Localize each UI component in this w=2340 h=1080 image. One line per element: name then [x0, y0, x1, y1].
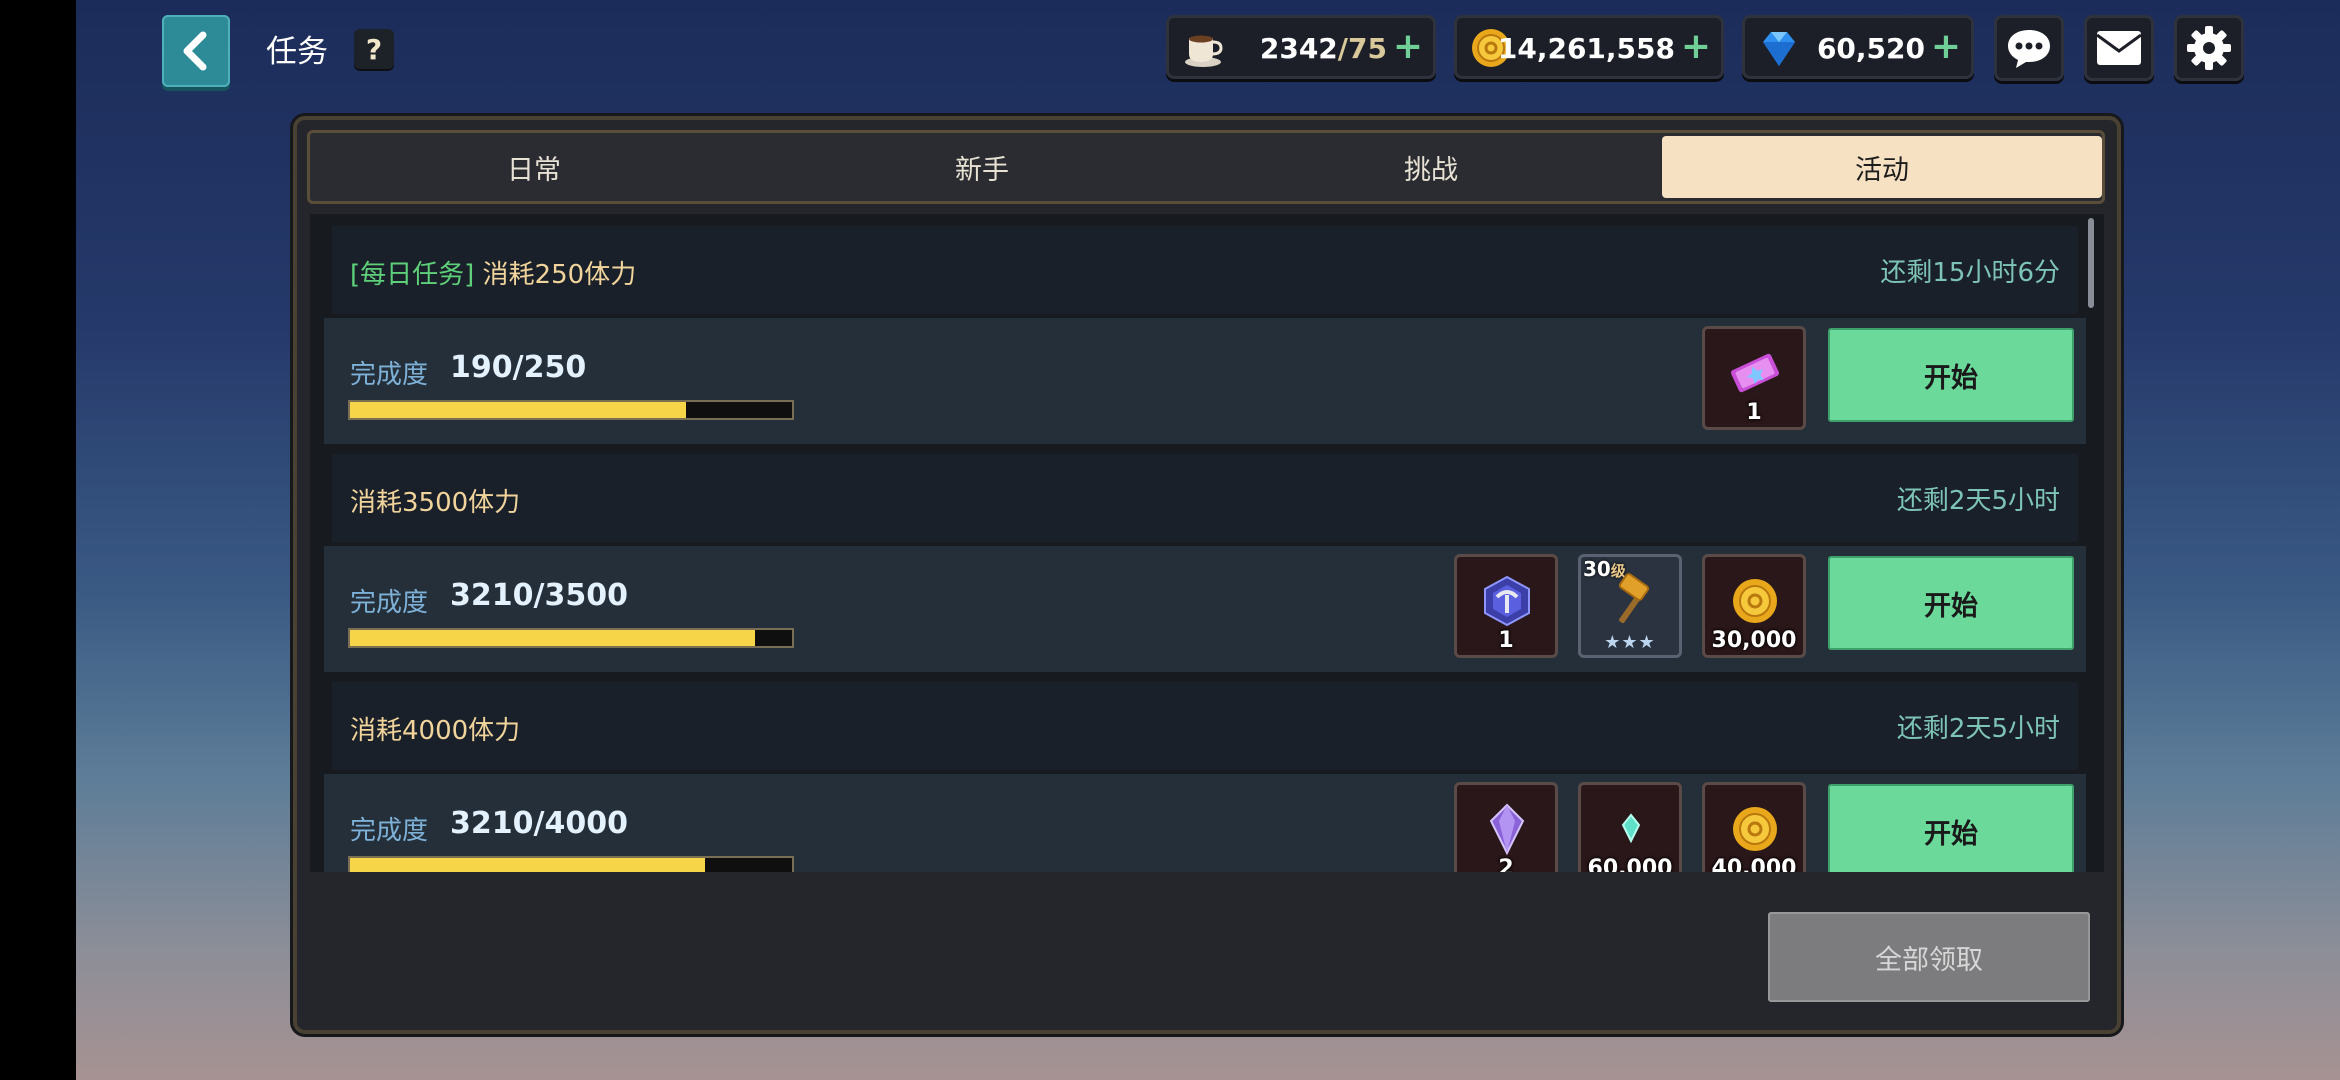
gems-resource: 60,520 +: [1742, 15, 1974, 79]
quest-title: 消耗4000体力: [350, 716, 521, 746]
gold-resource: 14,261,558 +: [1454, 15, 1724, 79]
settings-button[interactable]: [2174, 15, 2244, 81]
back-button[interactable]: [162, 15, 230, 87]
reward-count: 60,000: [1587, 856, 1673, 872]
reward-count: 30,000: [1711, 628, 1797, 653]
quest-list[interactable]: [每日任务] 消耗250体力 还剩15小时6分 完成度 190/250 1 开始: [310, 214, 2104, 872]
reward-count: 2: [1498, 856, 1514, 872]
quest-header: 消耗3500体力 还剩2天5小时: [332, 454, 2078, 542]
progress-label: 完成度: [350, 588, 429, 618]
reward-item[interactable]: 2: [1454, 782, 1558, 872]
quest-title: 消耗3500体力: [350, 488, 521, 518]
progress-fill: [350, 402, 686, 418]
reward-item[interactable]: 30,000: [1702, 554, 1806, 658]
reward-count: 1: [1498, 628, 1514, 653]
quest-header: [每日任务] 消耗250体力 还剩15小时6分: [332, 226, 2078, 314]
quest-title: [每日任务] 消耗250体力: [350, 260, 637, 290]
reward-item[interactable]: 1: [1454, 554, 1558, 658]
reward-count: 1: [1746, 400, 1762, 425]
progress-value: 190/250: [450, 350, 587, 385]
progress-label: 完成度: [350, 816, 429, 846]
diamond-icon: [1763, 32, 1795, 66]
quest-time-left: 还剩15小时6分: [1880, 258, 2060, 288]
pickaxe-gem-icon: [1484, 575, 1530, 627]
golden-hammer-icon: [1618, 573, 1650, 624]
stamina-value: 2342/75: [1259, 32, 1387, 65]
tab-challenge[interactable]: 挑战: [1206, 133, 1656, 201]
progress-value: 3210/3500: [450, 578, 628, 613]
claim-all-button[interactable]: 全部领取: [1768, 912, 2090, 1002]
progress-bar: [348, 856, 794, 872]
gold-plus-button[interactable]: +: [1681, 27, 1711, 67]
reward-item[interactable]: 30级 ★★★: [1578, 554, 1682, 658]
progress-bar: [348, 400, 794, 420]
reward-item[interactable]: 60,000: [1578, 782, 1682, 872]
quest-list-scrollbar[interactable]: [2088, 218, 2094, 308]
purple-crystal-icon: [1489, 803, 1525, 856]
quest-tag: [每日任务]: [350, 260, 475, 290]
gold-value: 14,261,558: [1497, 32, 1675, 65]
start-button[interactable]: 开始: [1828, 784, 2074, 872]
tab-daily[interactable]: 日常: [310, 133, 758, 201]
reward-item[interactable]: 1: [1702, 326, 1806, 430]
gear-icon: [2187, 26, 2231, 70]
tab-event[interactable]: 活动: [1662, 136, 2102, 198]
gems-plus-button[interactable]: +: [1931, 27, 1961, 67]
progress-label: 完成度: [350, 360, 429, 390]
left-black-bar: [0, 0, 76, 1080]
chat-button[interactable]: [1994, 15, 2064, 81]
gems-value: 60,520: [1816, 32, 1925, 65]
progress-fill: [350, 630, 756, 646]
progress-fill: [350, 858, 705, 872]
gold-coin-icon: [1733, 579, 1777, 623]
quest-body: 完成度 3210/4000 2 60,000 40,000 开始: [324, 774, 2086, 872]
reward-stars: ★★★: [1604, 632, 1656, 653]
tab-bar: 日常 新手 挑战 活动: [307, 130, 2105, 204]
cyan-gem-icon: [1621, 813, 1641, 844]
stamina-plus-button[interactable]: +: [1393, 27, 1423, 67]
help-button[interactable]: ?: [354, 29, 394, 69]
quest-header: 消耗4000体力 还剩2天5小时: [332, 682, 2078, 770]
progress-bar: [348, 628, 794, 648]
reward-item[interactable]: 40,000: [1702, 782, 1806, 872]
start-button[interactable]: 开始: [1828, 328, 2074, 422]
page-title: 任务: [266, 34, 328, 70]
stamina-resource: 2342/75 +: [1166, 15, 1436, 79]
ticket-icon: [1730, 353, 1780, 393]
mail-button[interactable]: [2084, 15, 2154, 81]
gold-coin-icon: [1733, 807, 1777, 851]
quest-time-left: 还剩2天5小时: [1896, 486, 2060, 516]
quest-body: 完成度 190/250 1 开始: [324, 318, 2086, 444]
quest-body: 完成度 3210/3500 1 30级 ★★★ 30,000 开始: [324, 546, 2086, 672]
mail-icon: [2096, 31, 2142, 65]
reward-count: 40,000: [1711, 856, 1797, 872]
tab-newbie[interactable]: 新手: [758, 133, 1206, 201]
coffee-cup-icon: [1185, 35, 1223, 67]
chat-bubble-icon: [2008, 30, 2050, 68]
start-button[interactable]: 开始: [1828, 556, 2074, 650]
chevron-left-icon: [183, 31, 207, 71]
progress-value: 3210/4000: [450, 806, 628, 841]
quest-time-left: 还剩2天5小时: [1896, 714, 2060, 744]
